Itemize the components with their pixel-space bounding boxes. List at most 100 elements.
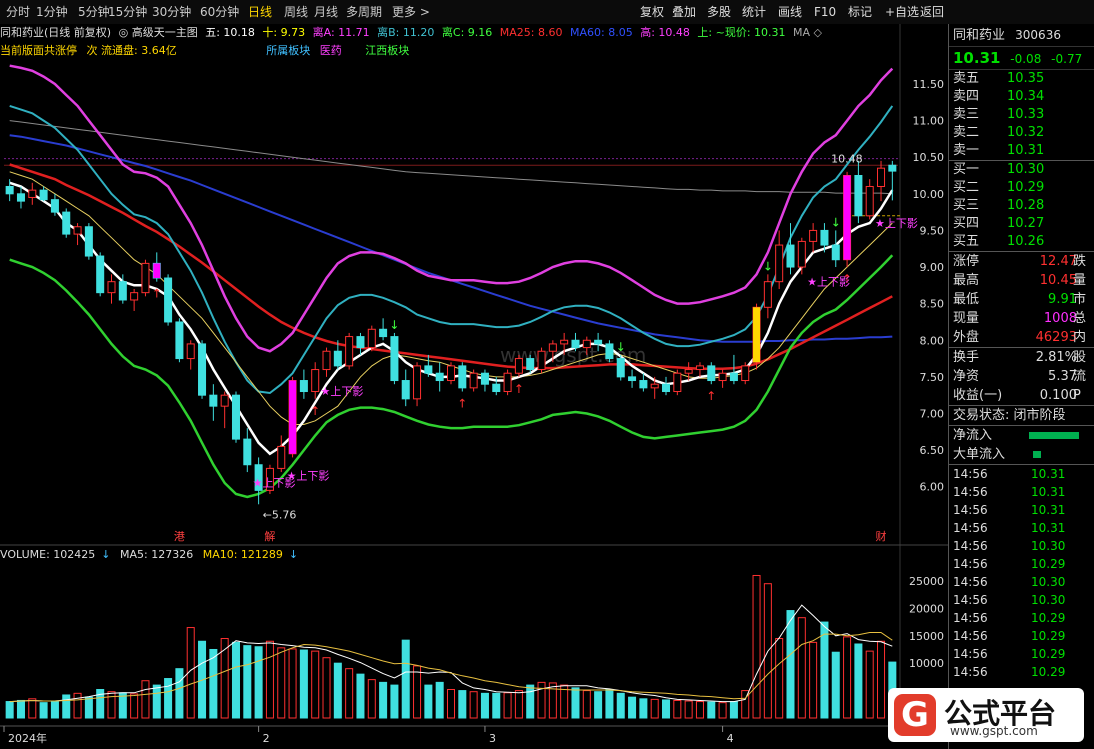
y-tick-label: 8.50 (920, 298, 945, 311)
high-price-marker: 10.48 (831, 153, 863, 166)
tick-row: 14:56 10.31 (949, 519, 1094, 537)
kline-chart[interactable]: 11.50 11.00 10.50 10.00 9.50 9.00 8.50 8.00 7.50… (0, 24, 948, 546)
toolbar-button-1[interactable]: 叠加 (672, 0, 696, 24)
shadow-label: ★上下影 (321, 385, 364, 398)
period-tab-10[interactable]: 更多 > (392, 0, 430, 24)
candle-body (548, 343, 557, 352)
period-tab-4[interactable]: 30分钟 (152, 0, 191, 24)
stat-row: 最低 9.91 市 (949, 290, 1094, 309)
stat-row: 外盘 46293 内 (949, 328, 1094, 347)
period-tab-3[interactable]: 15分钟 (108, 0, 147, 24)
volume-bar (582, 690, 591, 719)
y-tick-label: 11.00 (913, 115, 945, 128)
volume-bar (752, 574, 761, 719)
candle-body (118, 281, 127, 301)
big-inflow-label: 大单流入 (953, 447, 1006, 462)
volume-bar (458, 690, 467, 719)
candle-body (401, 380, 410, 400)
toolbar-button-6[interactable]: 标记 (848, 0, 872, 24)
volume-bar (435, 681, 444, 719)
stat-value: 0.100 (1039, 388, 1077, 403)
stock-name: 同和药业 (953, 28, 1006, 43)
stat-label: 收益(一) (953, 388, 1003, 403)
period-tab-0[interactable]: 分时 (6, 0, 30, 24)
arrow-down-icon: ↓ (101, 548, 111, 561)
ask-price: 10.34 (1007, 89, 1045, 104)
ask-label: 卖四 (953, 89, 980, 104)
toolbar-button-5[interactable]: F10 (814, 0, 836, 24)
volume-bar (288, 648, 297, 719)
shadow-label: ★上下影 (807, 275, 850, 288)
volume-bar (175, 668, 184, 719)
period-tab-6[interactable]: 日线 (248, 0, 272, 24)
arrow-down-icon: ↓ (288, 548, 299, 561)
bid-book: 买一 10.30 买二 10.29 买三 10.28 买四 10.27 买五 10.26 (949, 161, 1094, 251)
tick-time: 14:56 (953, 575, 988, 589)
candle-body (175, 321, 184, 360)
tick-time: 14:56 (953, 539, 988, 553)
stats-block-1: 涨停 12.47 跌最高 10.45 量最低 9.91 市现量 1008 总外盘 46293 内 (949, 252, 1094, 347)
volume-bar (446, 688, 456, 719)
candle-body (537, 350, 546, 371)
candle-body (16, 193, 25, 202)
arrow-down-icon: ↓ (616, 340, 626, 354)
volume-bar (62, 694, 71, 719)
candle-body (775, 244, 784, 283)
volume-bar (616, 692, 625, 719)
period-tab-1[interactable]: 1分钟 (36, 0, 68, 24)
arrow-up-icon: ↑ (706, 389, 716, 403)
ask-price: 10.31 (1007, 143, 1045, 158)
toolbar-button-7[interactable]: +自选 (885, 0, 919, 24)
ask-price: 10.35 (1007, 71, 1045, 86)
stat-extra: P (1073, 388, 1081, 403)
period-tab-5[interactable]: 60分钟 (200, 0, 239, 24)
price-change: -0.08 (1010, 52, 1042, 66)
period-tab-7[interactable]: 周线 (284, 0, 308, 24)
toolbar-button-2[interactable]: 多股 (707, 0, 731, 24)
volume-bar (480, 692, 489, 719)
stat-label: 涨停 (953, 254, 980, 269)
legend-ma-suffix[interactable]: MA ◇ (793, 26, 822, 39)
toolbar-button-8[interactable]: 返回 (920, 0, 944, 24)
stock-chart-title[interactable]: 同和药业(日线 前复权) (0, 26, 111, 39)
tick-list[interactable]: 14:56 10.31 14:56 10.31 14:56 10.31 14:56 10.31… (949, 465, 1094, 681)
signal-candle (153, 263, 161, 279)
stat-value: 2.81% (1035, 350, 1077, 365)
volume-bar (707, 701, 716, 719)
bid-price: 10.29 (1007, 180, 1045, 195)
bid-label: 买二 (953, 180, 980, 195)
arrow-up-icon: ↑ (152, 287, 162, 301)
tick-row: 14:56 10.29 (949, 555, 1094, 573)
ask-row: 卖三 10.33 (949, 106, 1094, 124)
sector-jiangxi[interactable]: 江西板块 (365, 44, 409, 57)
candle-body (514, 358, 523, 374)
period-tab-8[interactable]: 月线 (314, 0, 338, 24)
period-tab-9[interactable]: 多周期 (346, 0, 382, 24)
toolbar-button-0[interactable]: 复权 (640, 0, 664, 24)
sector-medicine[interactable]: 医药 (320, 44, 342, 57)
ask-price: 10.32 (1007, 125, 1045, 140)
volume-bar (526, 684, 535, 719)
bid-label: 买四 (953, 216, 980, 231)
volume-bar (390, 684, 399, 719)
toolbar-button-3[interactable]: 统计 (742, 0, 766, 24)
stat-extra: 股 (1073, 350, 1087, 365)
ask-book: 卖五 10.35 卖四 10.34 卖三 10.33 卖二 10.32 卖一 10.31 (949, 70, 1094, 160)
candle-body (333, 350, 342, 367)
signal-candle (289, 380, 297, 454)
ask-row: 卖二 10.32 (949, 124, 1094, 142)
big-inflow-bar (1033, 451, 1041, 458)
bid-price: 10.28 (1007, 198, 1045, 213)
candle-body (446, 365, 456, 382)
tick-price: 10.29 (1031, 611, 1066, 625)
volume-bar (231, 641, 240, 719)
candle-body (5, 185, 14, 195)
volume-bar (209, 648, 218, 719)
toolbar-button-4[interactable]: 画线 (778, 0, 802, 24)
candle-body (458, 365, 467, 389)
period-tab-2[interactable]: 5分钟 (78, 0, 110, 24)
indicator-name[interactable]: ◎ 高级天一主图 (119, 26, 198, 39)
candle-body (96, 255, 105, 294)
candle-body (492, 383, 501, 393)
volume-chart[interactable]: 25000 20000 15000 10000 2024年 2 3 4 (0, 546, 948, 749)
